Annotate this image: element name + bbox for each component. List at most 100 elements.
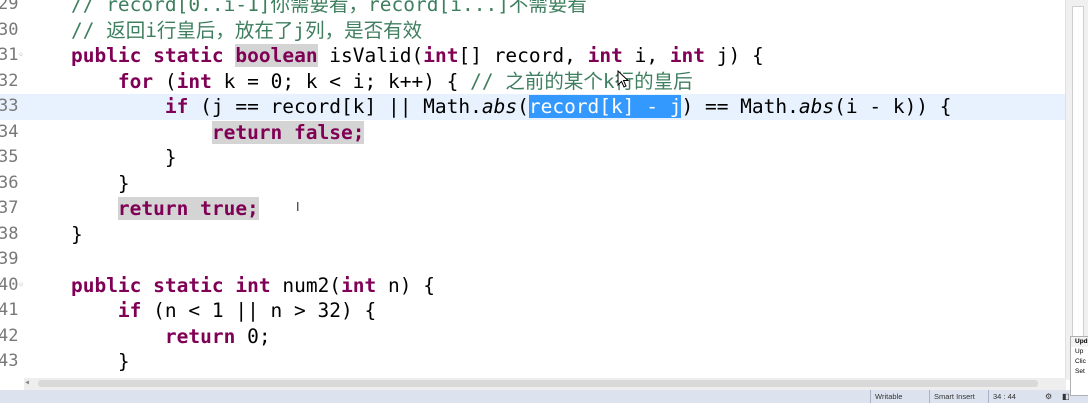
popup-title: Upd: [1071, 337, 1088, 347]
scroll-left-arrow-icon[interactable]: ◂: [24, 377, 30, 388]
code-text: // record[0..i-1]你需要看，record[i...]不需要看: [24, 0, 587, 18]
progress-icon[interactable]: ⚙: [1045, 392, 1055, 401]
code-token: (i - k)) {: [834, 95, 952, 118]
comment: // 返回i行皇后，放在了j列，是否有效: [70, 18, 423, 42]
line-number: 41: [0, 300, 19, 320]
code-line[interactable]: 34 return false;: [0, 120, 1066, 146]
keyword: int: [341, 273, 377, 297]
code-token: (j == record[k] || Math.: [188, 95, 482, 118]
code-line[interactable]: 30 // 返回i行皇后，放在了j列，是否有效: [0, 18, 1066, 44]
code-token: num2(: [270, 273, 342, 297]
comment: // 之前的某个k行的皇后: [470, 69, 693, 93]
vertical-scrollbar[interactable]: [1065, 0, 1088, 380]
line-number: 32: [0, 70, 19, 91]
code-line[interactable]: 43 }: [0, 349, 1066, 375]
line-number: 36: [0, 172, 19, 193]
code-text: }: [24, 171, 130, 197]
update-notification-popup[interactable]: Upd Up Clic Set: [1070, 336, 1088, 396]
code-token: isValid(: [317, 44, 424, 67]
line-number: 42: [0, 325, 19, 346]
code-token: abs: [798, 95, 835, 118]
code-line[interactable]: 38 }: [0, 222, 1066, 248]
code-text: if (n < 1 || n > 32) {: [24, 298, 376, 324]
code-text: return false;: [24, 120, 365, 146]
code-line[interactable]: 37 return true;: [0, 196, 1066, 222]
code-token: abs: [481, 95, 518, 118]
line-number: 34: [0, 121, 19, 142]
code-token: (: [517, 95, 529, 118]
comment: // record[0..i-1]你需要看，record[i...]不需要看: [70, 0, 587, 16]
code-line[interactable]: 42 return 0;: [0, 324, 1066, 350]
keyword: return false;: [211, 120, 365, 144]
code-line[interactable]: 31 ◦ public static boolean isValid(int[] …: [0, 43, 1066, 69]
code-text: }: [24, 349, 130, 375]
popup-text-1: Up: [1075, 348, 1084, 355]
keyword: if: [117, 299, 142, 322]
keyword: for: [117, 69, 154, 93]
line-number: 43: [0, 351, 19, 371]
code-text: // 返回i行皇后，放在了j列，是否有效: [24, 18, 422, 44]
keyword: if: [164, 95, 189, 118]
code-token: 0;: [235, 324, 271, 348]
horizontal-scrollbar[interactable]: [24, 378, 1066, 390]
code-token: n) {: [376, 273, 435, 297]
keyword: int: [176, 69, 212, 93]
code-line[interactable]: 33 if (j == record[k] || Math.abs(record…: [0, 94, 1066, 120]
code-line[interactable]: 39: [0, 247, 1066, 273]
horizontal-scrollbar-thumb[interactable]: [38, 380, 1038, 387]
code-token: (n < 1 || n > 32) {: [141, 299, 377, 322]
code-text: return true;: [24, 196, 259, 222]
status-bar: Writable Smart Insert 34 : 44 ⚙ ◧: [0, 390, 1088, 403]
keyword: int: [669, 44, 706, 67]
line-number: 39: [0, 249, 19, 269]
code-text: }: [24, 222, 83, 248]
line-number: 35: [0, 147, 19, 167]
popup-text-2[interactable]: Clic: [1071, 357, 1088, 367]
popup-text-3[interactable]: Set: [1071, 367, 1088, 377]
cursor-position-status: 34 : 44: [988, 390, 1037, 403]
selected-text: record[k] - j: [528, 95, 682, 118]
code-token: ) == Math.: [681, 95, 799, 118]
scrollbar-thumb[interactable]: [1072, 6, 1084, 368]
code-line[interactable]: 41 if (n < 1 || n > 32) {: [0, 298, 1066, 324]
code-token: [] record,: [458, 44, 588, 67]
line-number: 33: [0, 96, 19, 116]
code-line[interactable]: 35 }: [0, 145, 1066, 171]
code-token: }: [24, 171, 130, 195]
line-number: 30: [0, 19, 19, 40]
code-token: }: [24, 146, 177, 169]
code-text: public static boolean isValid(int[] reco…: [24, 43, 764, 69]
keyword: public: [70, 273, 142, 297]
code-text: for (int k = 0; k < i; k++) { // 之前的某个k行…: [24, 69, 693, 95]
code-text: if (j == record[k] || Math.abs(record[k]…: [24, 94, 952, 120]
keyword: int: [423, 44, 459, 67]
keyword: int: [235, 273, 271, 297]
code-line[interactable]: 40 ◦ public static int num2(int n) {: [0, 273, 1066, 299]
code-token: k = 0; k < i; k++) {: [211, 69, 471, 93]
code-editor[interactable]: 29 // record[0..i-1]你需要看，record[i...]不需要…: [0, 0, 1066, 380]
code-line[interactable]: 36 }: [0, 171, 1066, 197]
code-line[interactable]: 32 for (int k = 0; k < i; k++) { // 之前的某…: [0, 69, 1066, 95]
code-token: }: [24, 350, 130, 373]
code-text: }: [24, 145, 177, 171]
keyword: boolean: [235, 44, 318, 67]
mouse-pointer-icon: [617, 70, 630, 88]
insert-mode-status: Smart Insert: [929, 390, 986, 403]
code-line[interactable]: 29 // record[0..i-1]你需要看，record[i...]不需要…: [0, 0, 1066, 18]
keyword: static: [153, 44, 224, 67]
code-token: (: [153, 69, 177, 93]
line-number: 29: [0, 0, 19, 14]
keyword: return true;: [117, 197, 259, 220]
